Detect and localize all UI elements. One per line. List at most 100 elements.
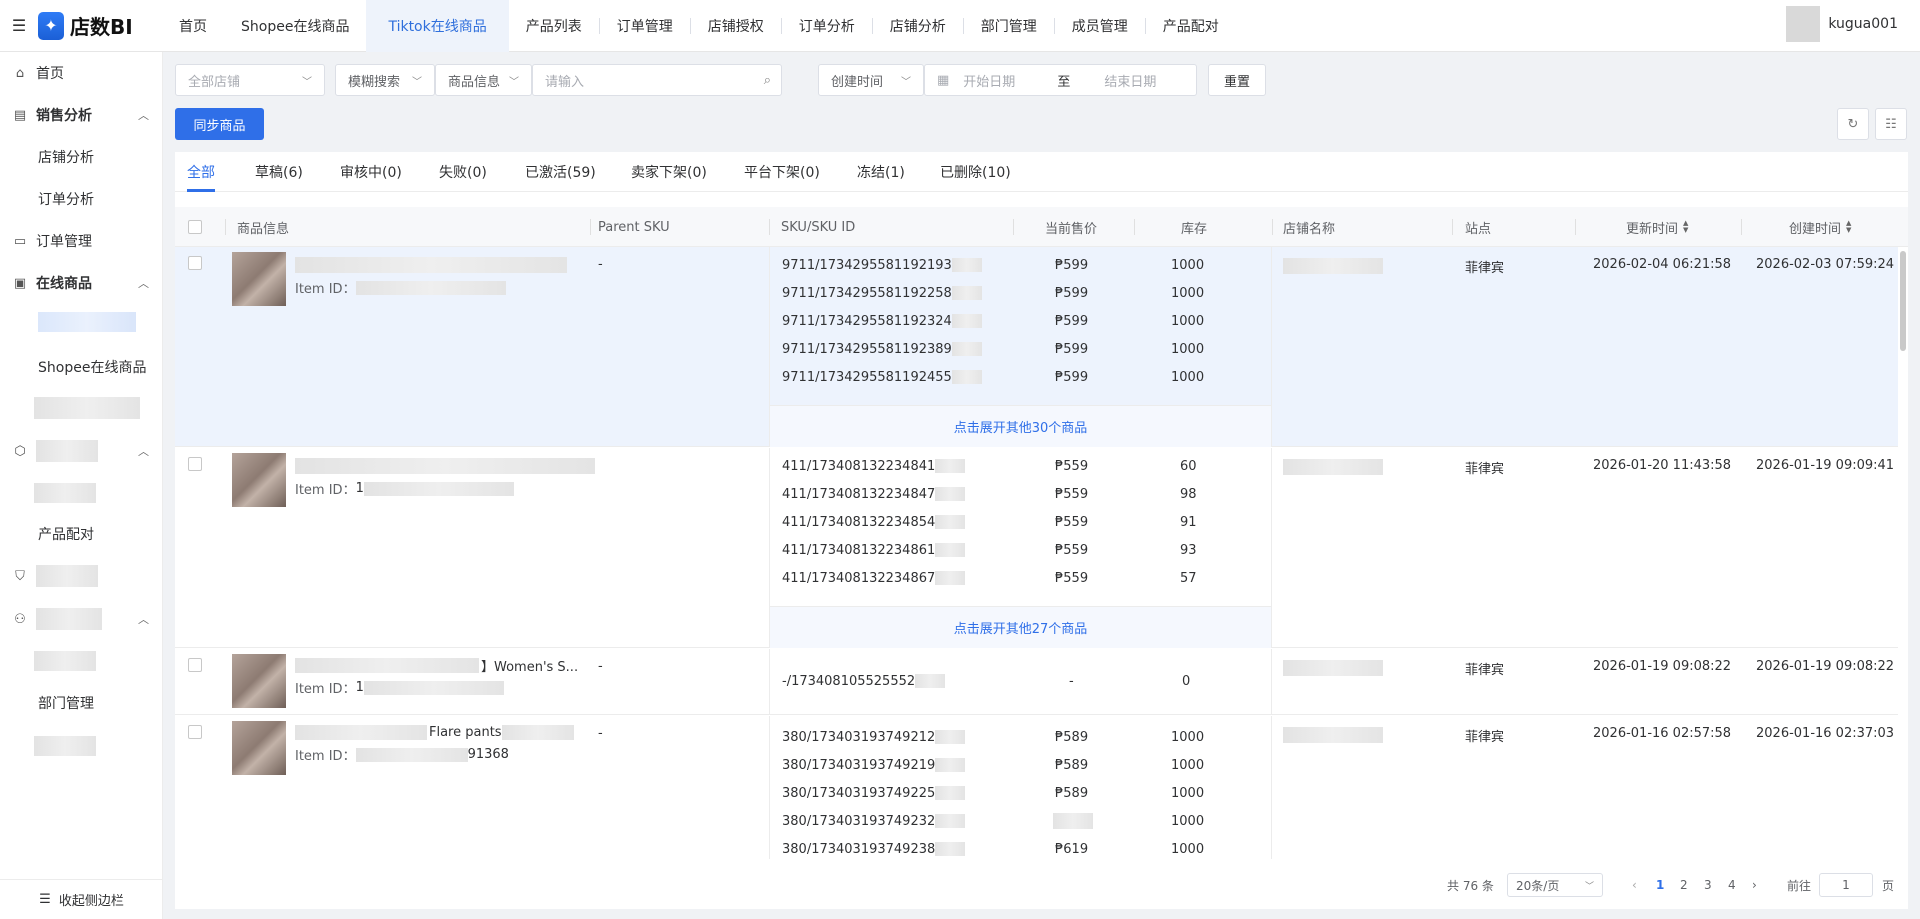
topnav-dept-mgmt[interactable]: 部门管理 [964, 0, 1054, 52]
page-3[interactable]: 3 [1704, 876, 1712, 894]
topnav-product-list[interactable]: 产品列表 [509, 0, 599, 52]
sidebar-group-redacted[interactable]: ⬡ ︿ [0, 432, 163, 470]
col-created[interactable]: 创建时间 ▲ ▼ [1789, 207, 1851, 247]
tab-reviewing[interactable]: 审核中(0) [340, 152, 402, 192]
row-checkbox[interactable] [188, 658, 202, 672]
sku-id: 9711/1734295581192258 [782, 283, 982, 303]
select-all-checkbox[interactable] [188, 220, 202, 234]
menu-icon[interactable]: ☰ [0, 0, 38, 52]
sidebar-group-redacted[interactable]: ⚇ ︿ [0, 600, 163, 638]
product-thumbnail[interactable] [232, 654, 286, 708]
topnav-shop-auth[interactable]: 店铺授权 [691, 0, 781, 52]
user-menu[interactable]: kugua001 [1786, 6, 1898, 42]
expand-more-skus-link[interactable]: 点击展开其他27个商品 [770, 606, 1271, 648]
sidebar-item-dept-mgmt[interactable]: 部门管理 [38, 688, 94, 718]
sku-id: 411/173408132234847 [782, 484, 966, 504]
updated-time: 2026-01-19 09:08:22 [1593, 659, 1732, 674]
end-date-input[interactable]: 结束日期 [1104, 71, 1156, 90]
shop-select[interactable]: 全部店铺 ﹀ [175, 64, 325, 96]
sidebar-item-shopee-online[interactable]: Shopee在线商品 [38, 352, 146, 382]
columns-icon[interactable]: ☷ [1875, 108, 1907, 140]
sku-id: -/173408105525552 [782, 671, 946, 691]
sidebar-item-product-match[interactable]: 产品配对 [38, 519, 94, 549]
total-count: 共 76 条 [1447, 878, 1494, 893]
sidebar-item-redacted[interactable] [34, 651, 96, 671]
expand-more-skus-link[interactable]: 点击展开其他30个商品 [770, 405, 1271, 447]
topnav-order-mgmt[interactable]: 订单管理 [600, 0, 690, 52]
product-thumbnail[interactable] [232, 252, 286, 306]
search-input[interactable]: 请输入 ⌕ [532, 64, 782, 96]
collapse-sidebar-button[interactable]: ☰ 收起侧边栏 [0, 879, 163, 919]
sort-icon[interactable]: ▲ ▼ [1846, 220, 1851, 234]
product-thumbnail[interactable] [232, 721, 286, 775]
row-checkbox[interactable] [188, 457, 202, 471]
sidebar-item-redacted[interactable] [34, 736, 96, 756]
tab-draft[interactable]: 草稿(6) [255, 152, 303, 192]
goto-page-input[interactable]: 1 [1819, 873, 1873, 897]
sidebar-item-redacted[interactable]: ⛉ [0, 557, 163, 595]
pagination: 共 76 条 20条/页 ﹀ ‹ 1 2 3 4 › 前往 1 页 [175, 859, 1908, 909]
tab-active[interactable]: 已激活(59) [525, 152, 596, 192]
prev-page-icon[interactable]: ‹ [1632, 876, 1637, 894]
sidebar-item-redacted[interactable] [38, 312, 136, 332]
topnav-order-analysis[interactable]: 订单分析 [782, 0, 872, 52]
sort-icon[interactable]: ▲ ▼ [1683, 220, 1688, 234]
time-type-select[interactable]: 创建时间 ﹀ [818, 64, 924, 96]
page-size-value: 20条/页 [1516, 878, 1560, 893]
sidebar-item-order-mgmt[interactable]: ▭ 订单管理 [0, 222, 163, 260]
product-name[interactable]: 】Women's S... [295, 657, 585, 675]
product-thumbnail[interactable] [232, 453, 286, 507]
app-logo[interactable]: ✦ 店数BI [38, 0, 162, 52]
col-updated[interactable]: 更新时间 ▲ ▼ [1626, 207, 1688, 247]
col-parent-sku: Parent SKU [598, 219, 670, 235]
scrollbar-thumb[interactable] [1900, 251, 1906, 351]
sidebar-item-order-analysis[interactable]: 订单分析 [38, 184, 94, 214]
sidebar-item-redacted[interactable] [34, 397, 140, 419]
page-1[interactable]: 1 [1656, 876, 1664, 894]
row-checkbox[interactable] [188, 256, 202, 270]
chevron-up-icon: ︿ [138, 277, 149, 290]
search-field-select[interactable]: 商品信息 ﹀ [435, 64, 532, 96]
tab-platform-off[interactable]: 平台下架(0) [744, 152, 820, 192]
shop-select-value: 全部店铺 [188, 74, 241, 90]
sku-price: ₱559 [1055, 486, 1089, 502]
product-name[interactable]: Flare pants [295, 724, 585, 740]
tab-seller-off[interactable]: 卖家下架(0) [631, 152, 707, 192]
calendar-icon: ▦ [937, 72, 950, 88]
sidebar-item-home[interactable]: ⌂ 首页 [0, 54, 163, 92]
page-4[interactable]: 4 [1728, 876, 1736, 894]
reset-button[interactable]: 重置 [1208, 64, 1266, 96]
start-date-input[interactable]: 开始日期 [963, 71, 1015, 90]
topnav-product-match[interactable]: 产品配对 [1146, 0, 1236, 52]
next-page-icon[interactable]: › [1752, 876, 1757, 894]
avatar[interactable] [1786, 6, 1821, 42]
list-icon: ☰ [39, 892, 51, 907]
tab-failed[interactable]: 失败(0) [439, 152, 487, 192]
sidebar-item-redacted[interactable] [34, 483, 96, 503]
date-range-picker[interactable]: ▦ 开始日期 至 结束日期 [924, 64, 1197, 96]
site: 菲律宾 [1465, 663, 1505, 678]
tab-all[interactable]: 全部 [187, 152, 215, 192]
topnav-tiktok-online[interactable]: Tiktok在线商品 [366, 0, 509, 52]
sidebar-group-online-goods[interactable]: ▣ 在线商品 ︿ [0, 264, 163, 302]
search-icon[interactable]: ⌕ [764, 73, 771, 88]
sync-goods-button[interactable]: 同步商品 [175, 108, 264, 140]
refresh-icon[interactable]: ↻ [1837, 108, 1869, 140]
table-scrollbar[interactable] [1900, 247, 1906, 859]
product-name[interactable] [295, 257, 567, 273]
sidebar-item-shop-analysis[interactable]: 店铺分析 [38, 142, 94, 172]
product-name[interactable] [295, 458, 595, 474]
topnav-shopee-online[interactable]: Shopee在线商品 [224, 0, 366, 52]
topnav-home[interactable]: 首页 [162, 0, 224, 52]
search-mode-select[interactable]: 模糊搜索 ﹀ [335, 64, 435, 96]
row-checkbox[interactable] [188, 725, 202, 739]
item-id: Item ID： 1 [295, 678, 504, 697]
search-field-value: 商品信息 [448, 74, 501, 90]
tab-deleted[interactable]: 已删除(10) [940, 152, 1011, 192]
sidebar-group-sales[interactable]: ▤ 销售分析 ︿ [0, 96, 163, 134]
tab-frozen[interactable]: 冻结(1) [857, 152, 905, 192]
topnav-shop-analysis[interactable]: 店铺分析 [873, 0, 963, 52]
topnav-member-mgmt[interactable]: 成员管理 [1055, 0, 1145, 52]
page-2[interactable]: 2 [1680, 876, 1688, 894]
page-size-select[interactable]: 20条/页 ﹀ [1507, 873, 1603, 897]
